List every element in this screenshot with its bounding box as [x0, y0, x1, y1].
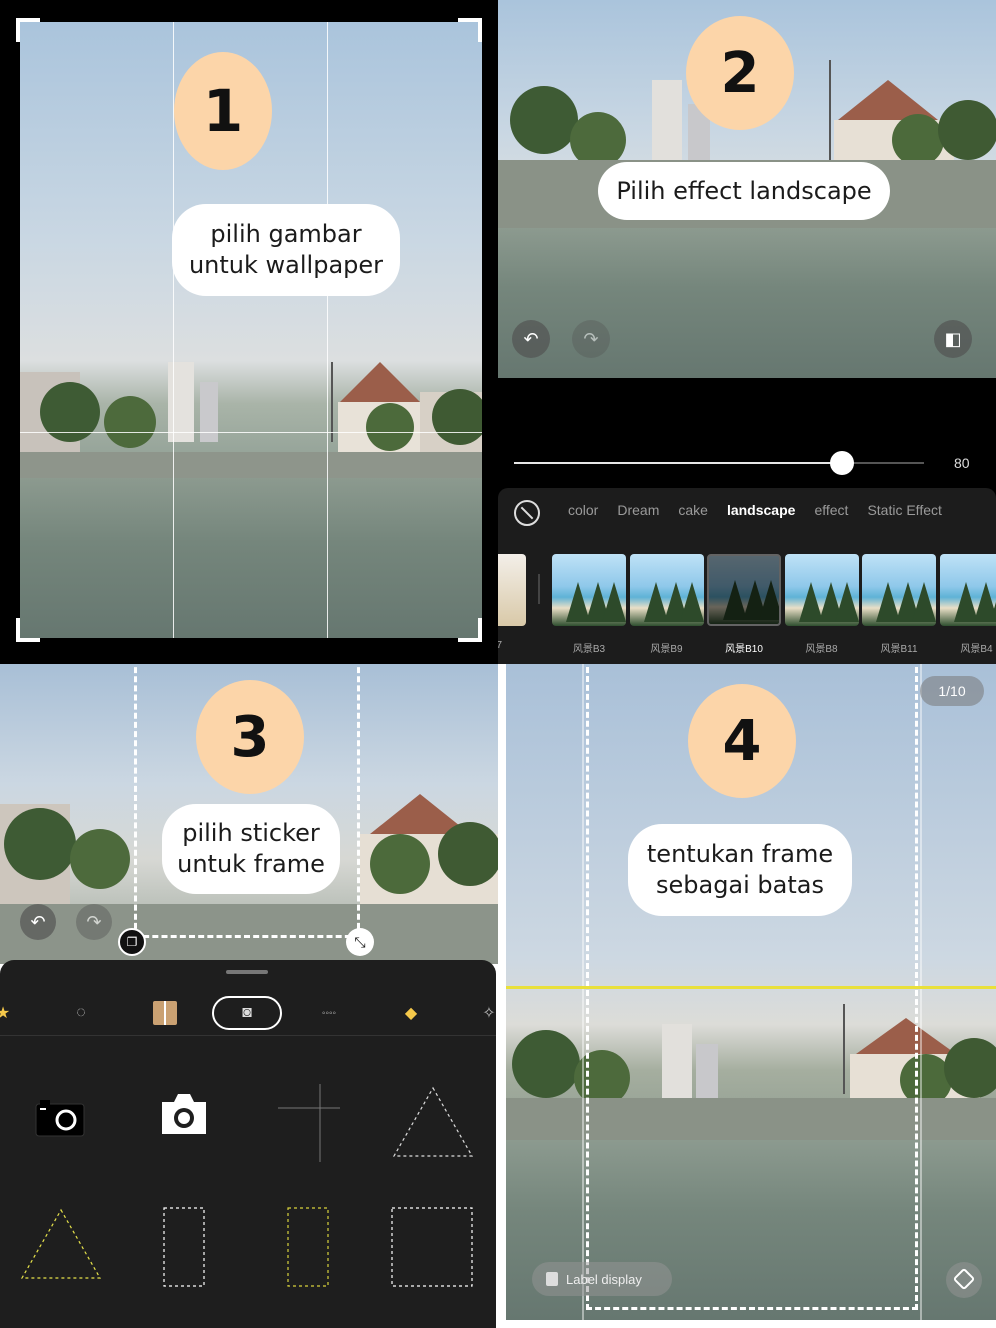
slider-value: 80	[954, 455, 970, 471]
effect-thumbnail[interactable]	[629, 554, 704, 626]
redo-icon: ↷	[86, 911, 102, 933]
step1-crop-panel: 1 pilih gambar untuk wallpaper	[0, 0, 498, 664]
crosshair-sticker[interactable]	[276, 1080, 342, 1164]
step-caption: pilih sticker untuk frame	[162, 804, 340, 894]
effect-tab-cake[interactable]: cake	[678, 502, 708, 518]
crop-corner-top-left[interactable]	[16, 18, 40, 42]
effect-tab-color[interactable]: color	[568, 502, 598, 518]
tag-icon: ◆	[404, 1005, 418, 1022]
step-number-badge: 2	[686, 16, 794, 130]
undo-icon: ↶	[523, 328, 539, 350]
resize-icon: ⤡	[354, 933, 366, 950]
sticker-tab-grid[interactable]	[150, 998, 180, 1028]
step-number-badge: 3	[196, 680, 304, 794]
sticker-drawer: ★ ◌ ◙ ◦◦◦◦ ◆ ✧	[0, 960, 496, 1328]
compare-icon: ◧	[944, 328, 962, 350]
sticker-tab-tag[interactable]: ◆	[396, 998, 426, 1028]
thumb-divider	[538, 574, 540, 604]
triangle-frame-sticker[interactable]	[390, 1084, 476, 1160]
resize-sticker-button[interactable]: ⤡	[346, 928, 374, 956]
yellow-triangle-sticker[interactable]	[18, 1206, 104, 1282]
partial-thumbnail[interactable]	[498, 554, 526, 626]
undo-button[interactable]: ↶	[20, 904, 56, 940]
grid-icon	[153, 1001, 177, 1025]
crop-corner-bottom-right[interactable]	[458, 618, 482, 642]
tree-shape	[834, 582, 859, 622]
effect-thumbnail-label: 风景B10	[725, 644, 763, 655]
label-display-button[interactable]: Label display	[532, 1262, 672, 1296]
sticker-tab-film[interactable]: ◦◦◦◦	[314, 998, 344, 1028]
guide-line	[506, 986, 996, 989]
step-caption: tentukan frame sebagai batas	[628, 824, 852, 916]
effect-thumbnail[interactable]	[552, 554, 626, 626]
square-frame-sticker[interactable]	[390, 1206, 476, 1290]
redo-button[interactable]: ↷	[572, 320, 610, 358]
crop-corner-top-right[interactable]	[458, 18, 482, 42]
effect-thumbnail-label: 风景B3	[572, 644, 606, 655]
effect-tab-landscape[interactable]: landscape	[727, 502, 795, 518]
tag-icon	[952, 1267, 976, 1291]
partial-thumb-label: 7	[498, 640, 502, 651]
effect-thumbnails	[498, 554, 996, 630]
tree-shape	[989, 582, 996, 622]
effect-thumbnail[interactable]	[707, 554, 781, 626]
copy-icon: ❐	[126, 935, 138, 949]
tree-shape	[679, 582, 704, 622]
camera-sticker-white[interactable]	[158, 1090, 210, 1138]
slider-thumb[interactable]	[830, 451, 854, 475]
tree-shape	[602, 582, 626, 622]
step4-frame-panel: 1/10 4 tentukan frame sebagai batas Labe…	[506, 664, 996, 1328]
undo-button[interactable]: ↶	[512, 320, 550, 358]
effect-tabs: color Dream cake landscape effect Static Effe…	[568, 502, 961, 518]
step-number-badge: 4	[688, 684, 796, 798]
page-counter: 1/10	[920, 676, 984, 706]
slider-fill	[514, 462, 842, 464]
sticker-tab-drop[interactable]: ◌	[66, 998, 96, 1028]
effect-thumbnail-label: 风景B11	[880, 644, 918, 655]
tree-shape	[912, 582, 936, 622]
step-number-badge: 1	[174, 52, 272, 170]
intensity-slider[interactable]	[514, 451, 924, 475]
camera-icon: ◙	[242, 1004, 252, 1021]
effect-thumbnail-label: 风景B9	[650, 644, 683, 655]
tag-button[interactable]	[946, 1262, 982, 1298]
effect-thumbnail-label: 风景B8	[805, 644, 838, 655]
yellow-rectangle-sticker[interactable]	[286, 1206, 332, 1290]
effect-tab-dream[interactable]: Dream	[617, 502, 659, 518]
redo-button[interactable]: ↷	[76, 904, 112, 940]
redo-icon: ↷	[583, 328, 599, 350]
no-effect-icon[interactable]	[514, 500, 540, 526]
effect-thumbnail[interactable]	[862, 554, 936, 626]
tree-shape	[759, 580, 779, 620]
rectangle-frame-sticker[interactable]	[162, 1206, 208, 1290]
effect-bar: color Dream cake landscape effect Static Effe…	[498, 488, 996, 664]
compare-button[interactable]: ◧	[934, 320, 972, 358]
crop-corner-bottom-left[interactable]	[16, 618, 40, 642]
label-display-text: Label display	[566, 1271, 642, 1287]
sticker-tab-star[interactable]: ★	[0, 998, 18, 1028]
step3-sticker-panel: ❐ ⤡ ↶ ↷ 3 pilih sticker untuk frame ★ ◌ …	[0, 664, 498, 1328]
star-icon: ★	[0, 1005, 11, 1022]
effect-thumbnail[interactable]	[784, 554, 859, 626]
effect-tab-static-effect[interactable]: Static Effect	[867, 502, 941, 518]
step-caption: pilih gambar untuk wallpaper	[172, 204, 400, 296]
effect-thumbnail[interactable]	[939, 554, 996, 626]
camera-sticker-black[interactable]	[34, 1098, 86, 1138]
step2-effect-panel: 2 Pilih effect landscape ↶ ↷ ◧ 80 color D…	[498, 0, 996, 664]
copy-sticker-button[interactable]: ❐	[118, 928, 146, 956]
step-caption: Pilih effect landscape	[598, 162, 890, 220]
sticker-tab-camera[interactable]: ◙	[212, 996, 282, 1030]
drop-icon: ◌	[76, 1004, 86, 1021]
effect-tab-effect[interactable]: effect	[814, 502, 848, 518]
undo-icon: ↶	[30, 911, 46, 933]
label-icon	[546, 1272, 558, 1286]
effect-thumbnail-label: 风景B4	[960, 644, 993, 655]
sticker-tab-sparkle[interactable]: ✧	[474, 998, 498, 1028]
film-icon: ◦◦◦◦	[321, 1007, 337, 1019]
sparkle-icon: ✧	[482, 1005, 496, 1022]
sticker-category-tabs: ★ ◌ ◙ ◦◦◦◦ ◆ ✧	[0, 990, 496, 1036]
drawer-handle[interactable]	[226, 970, 268, 974]
